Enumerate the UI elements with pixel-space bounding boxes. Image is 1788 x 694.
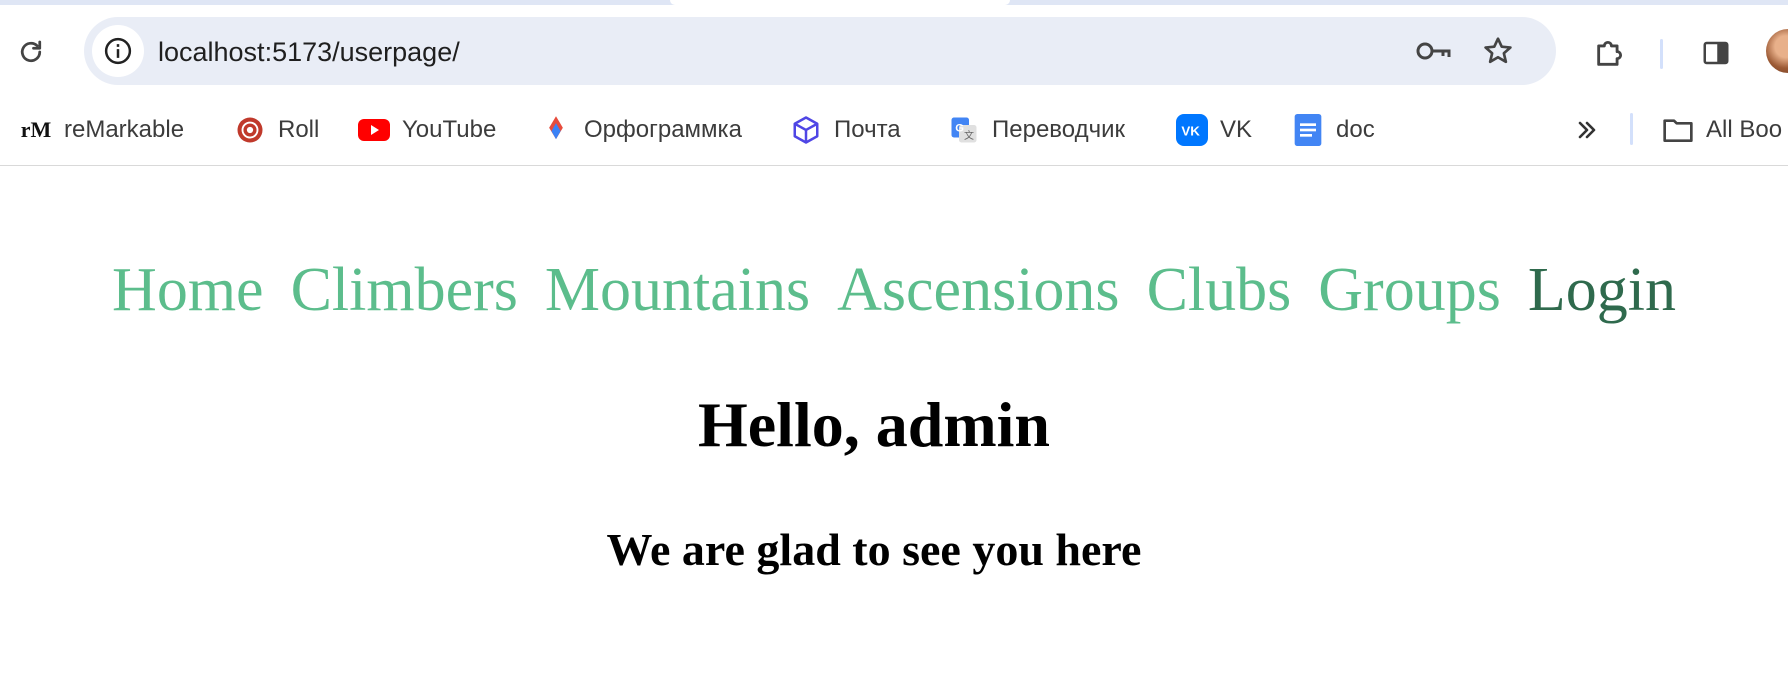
bookmark-label: reMarkable	[64, 116, 185, 143]
reload-icon	[20, 40, 42, 63]
google-translate-icon: G文	[948, 114, 980, 146]
bookmark-orfogrammka[interactable]: Орфограммка	[540, 109, 742, 151]
browser-toolbar: localhost:5173/userpage/	[0, 5, 1788, 95]
double-chevron-right-icon	[1578, 121, 1596, 139]
toolbar-divider	[1660, 39, 1663, 69]
welcome-subtitle: We are glad to see you here	[606, 524, 1142, 575]
side-panel-button[interactable]	[1696, 33, 1736, 73]
profile-avatar[interactable]	[1766, 29, 1788, 73]
remarkable-icon: rM	[20, 117, 52, 142]
extensions-button[interactable]	[1588, 31, 1632, 75]
all-bookmarks-button[interactable]: All Boo	[1662, 109, 1782, 151]
nav-climbers[interactable]: Climbers	[291, 250, 518, 330]
svg-text:G: G	[955, 122, 964, 134]
bookmark-translate[interactable]: G文 Переводчик	[948, 109, 1125, 151]
bookmark-star-button[interactable]	[1478, 31, 1518, 71]
nav-login[interactable]: Login	[1528, 250, 1676, 330]
password-key-button[interactable]	[1414, 33, 1454, 69]
folder-icon	[1662, 114, 1694, 146]
site-nav: Home Climbers Mountains Ascensions Clubs…	[0, 250, 1788, 330]
bookmark-youtube[interactable]: YouTube	[358, 109, 496, 151]
nav-groups[interactable]: Groups	[1318, 250, 1501, 330]
roll-icon	[234, 114, 266, 146]
bookmark-vk[interactable]: VK VK	[1176, 109, 1252, 151]
side-panel-icon	[1703, 41, 1729, 65]
bookmarks-bar: rM reMarkable Roll YouTube Орфограммка П…	[0, 95, 1788, 166]
url-text[interactable]: localhost:5173/userpage/	[158, 37, 460, 67]
bookmark-label: Почта	[834, 116, 901, 143]
nav-clubs[interactable]: Clubs	[1147, 250, 1292, 330]
more-bookmarks-button[interactable]	[1568, 111, 1606, 149]
info-icon	[104, 37, 132, 65]
orfogrammka-icon	[540, 114, 572, 146]
puzzle-icon	[1597, 40, 1623, 66]
key-icon	[1416, 42, 1451, 60]
bookmarks-divider	[1630, 113, 1633, 145]
nav-mountains[interactable]: Mountains	[545, 250, 810, 330]
vk-icon: VK	[1176, 114, 1208, 146]
bookmark-label: Roll	[278, 116, 320, 143]
bookmark-label: Переводчик	[992, 116, 1126, 143]
reload-button[interactable]	[14, 35, 48, 69]
bookmark-label: doc	[1336, 116, 1375, 143]
address-bar[interactable]: localhost:5173/userpage/	[84, 17, 1556, 85]
star-icon	[1484, 37, 1512, 64]
svg-text:VK: VK	[1181, 123, 1200, 138]
svg-text:文: 文	[964, 129, 974, 142]
bookmark-label: Орфограммка	[584, 116, 742, 143]
mail-box-icon	[790, 114, 822, 146]
nav-home[interactable]: Home	[112, 250, 264, 330]
all-bookmarks-label: All Boo	[1706, 116, 1783, 143]
bookmark-doc[interactable]: doc	[1292, 109, 1375, 151]
youtube-icon	[358, 114, 390, 146]
greeting-heading: Hello, admin	[697, 389, 1051, 460]
bookmark-label: VK	[1220, 116, 1253, 143]
site-info-button[interactable]	[92, 25, 144, 77]
bookmark-remarkable[interactable]: rM reMarkable	[20, 109, 184, 151]
bookmark-label: YouTube	[402, 116, 497, 143]
google-docs-icon	[1292, 114, 1324, 146]
bookmark-pochta[interactable]: Почта	[790, 109, 901, 151]
bookmark-roll[interactable]: Roll	[234, 109, 319, 151]
nav-ascensions[interactable]: Ascensions	[837, 250, 1119, 330]
